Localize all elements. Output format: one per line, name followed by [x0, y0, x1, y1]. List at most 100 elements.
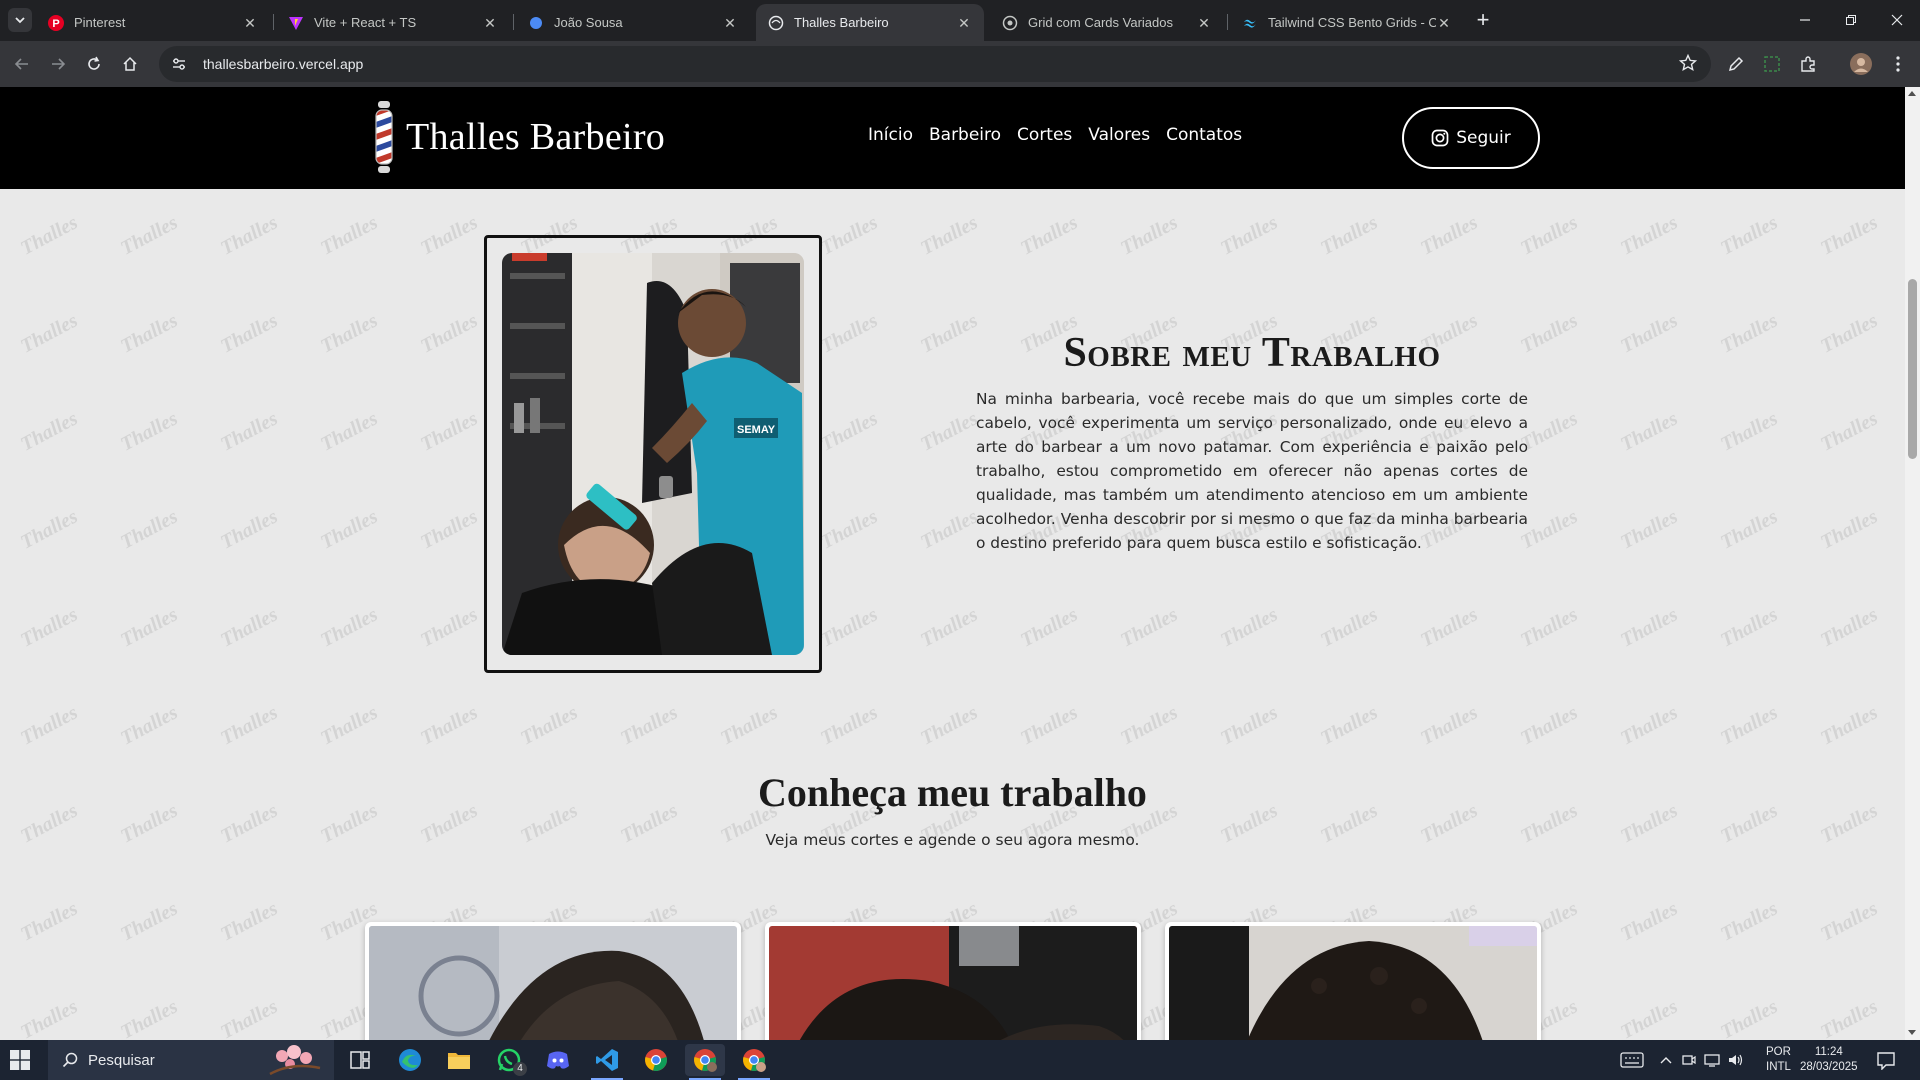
tab-separator	[273, 14, 274, 30]
site-logo[interactable]: Thalles Barbeiro	[370, 100, 665, 174]
scroll-up-arrow[interactable]	[1908, 91, 1916, 96]
tab-separator	[513, 14, 514, 30]
about-title: Sobre meu Trabalho	[1063, 330, 1441, 376]
vscode-icon	[596, 1049, 618, 1071]
about-text: Na minha barbearia, você recebe mais do …	[976, 390, 1528, 552]
taskbar-whatsapp[interactable]: 4	[489, 1044, 529, 1076]
instagram-icon	[1431, 129, 1449, 147]
language-code: POR	[1766, 1046, 1791, 1058]
globe-icon	[1002, 15, 1018, 31]
back-button[interactable]	[8, 50, 36, 78]
input-language[interactable]: POR INTL	[1766, 1045, 1791, 1075]
close-icon[interactable]: ✕	[1436, 15, 1452, 31]
tab-title: Pinterest	[74, 15, 126, 30]
gallery-subtitle: Veja meus cortes e agende o seu agora me…	[765, 831, 1140, 849]
nav-contatos[interactable]: Contatos	[1166, 125, 1242, 145]
notification-center-icon[interactable]	[1877, 1052, 1895, 1070]
haircut-photo	[369, 926, 737, 1040]
taskbar-search[interactable]: Pesquisar	[48, 1040, 334, 1080]
barber-pole-icon	[375, 101, 393, 173]
discord-icon	[547, 1051, 569, 1069]
tab-title: Tailwind CSS Bento Grids - Offic	[1268, 15, 1436, 30]
follow-label: Seguir	[1456, 128, 1511, 148]
clock-time: 11:24	[1814, 1046, 1843, 1058]
minimize-button[interactable]	[1782, 0, 1828, 40]
haircut-card[interactable]	[365, 922, 741, 1040]
globe-icon	[528, 15, 544, 31]
scrollbar-thumb[interactable]	[1908, 279, 1917, 459]
tab-tailwind[interactable]: Tailwind CSS Bento Grids - Offic ✕	[1230, 4, 1464, 41]
profile-avatar[interactable]	[1849, 52, 1873, 76]
chrome-icon	[694, 1049, 717, 1072]
nav-inicio[interactable]: Início	[868, 125, 913, 145]
close-window-button[interactable]	[1874, 0, 1920, 40]
windows-start-icon[interactable]	[10, 1050, 30, 1070]
taskbar-edge[interactable]	[390, 1044, 430, 1076]
taskbar-file-explorer[interactable]	[439, 1044, 479, 1076]
taskbar-chrome-profile-1[interactable]	[685, 1044, 725, 1080]
haircut-card[interactable]	[765, 922, 1141, 1040]
chrome-icon	[743, 1049, 766, 1072]
forward-button[interactable]	[44, 50, 72, 78]
haircut-card[interactable]	[1165, 922, 1541, 1040]
screenshot-extension-icon[interactable]	[1760, 52, 1784, 76]
browser-toolbar: thallesbarbeiro.vercel.app	[0, 41, 1920, 87]
close-icon[interactable]: ✕	[722, 15, 738, 31]
taskbar-chrome[interactable]	[636, 1044, 676, 1076]
new-tab-button[interactable]: +	[1470, 8, 1496, 34]
nav-barbeiro[interactable]: Barbeiro	[929, 125, 1001, 145]
vite-icon	[288, 15, 304, 31]
page-scrollbar[interactable]	[1905, 87, 1920, 1040]
task-view-icon	[350, 1051, 370, 1069]
tab-grid-cards[interactable]: Grid com Cards Variados ✕	[990, 4, 1224, 41]
tab-vite[interactable]: Vite + React + TS ✕	[276, 4, 510, 41]
taskbar-chrome-profile-2[interactable]	[734, 1044, 774, 1080]
tailwind-icon	[1242, 15, 1258, 31]
svg-text:SEMAY: SEMAY	[737, 424, 776, 436]
reload-icon	[88, 56, 100, 70]
close-icon[interactable]: ✕	[956, 15, 972, 31]
taskbar-vscode[interactable]	[587, 1044, 627, 1080]
close-icon[interactable]: ✕	[1196, 15, 1212, 31]
keyboard-icon[interactable]	[1620, 1052, 1644, 1068]
site-info-icon[interactable]	[169, 54, 189, 74]
nav-cortes[interactable]: Cortes	[1017, 125, 1072, 145]
extensions-puzzle-icon[interactable]	[1796, 52, 1820, 76]
volume-icon[interactable]	[1728, 1053, 1744, 1067]
browser-menu-icon[interactable]	[1886, 52, 1910, 76]
site-header: Thalles Barbeiro Início Barbeiro Cortes …	[0, 87, 1905, 189]
network-icon[interactable]	[1704, 1053, 1720, 1067]
pen-extension-icon[interactable]	[1724, 52, 1748, 76]
search-placeholder: Pesquisar	[88, 1051, 155, 1069]
nav-valores[interactable]: Valores	[1088, 125, 1150, 145]
tab-thalles-barbeiro[interactable]: Thalles Barbeiro ✕	[756, 4, 984, 41]
tab-strip: P Pinterest ✕ Vite + React + TS ✕ João S…	[0, 0, 1920, 41]
chevron-up-icon[interactable]	[1660, 1055, 1672, 1065]
reload-button[interactable]	[80, 50, 108, 78]
tab-title: João Sousa	[554, 15, 623, 30]
address-bar[interactable]: thallesbarbeiro.vercel.app	[159, 46, 1711, 82]
taskbar-discord[interactable]	[538, 1044, 578, 1076]
url-text[interactable]: thallesbarbeiro.vercel.app	[203, 56, 363, 72]
about-photo-frame: SEMAY	[484, 235, 822, 673]
restore-button[interactable]	[1828, 0, 1874, 40]
scroll-down-arrow[interactable]	[1908, 1030, 1916, 1035]
close-icon[interactable]: ✕	[482, 15, 498, 31]
haircut-photo	[769, 926, 1137, 1040]
close-icon[interactable]: ✕	[242, 15, 258, 31]
follow-button[interactable]: Seguir	[1402, 107, 1540, 169]
brand-name: Thalles Barbeiro	[406, 116, 666, 158]
home-button[interactable]	[116, 50, 144, 78]
svg-text:P: P	[52, 18, 59, 30]
bookmark-star-icon[interactable]	[1678, 53, 1698, 77]
tab-pinterest[interactable]: P Pinterest ✕	[36, 4, 270, 41]
haircut-photo	[1169, 926, 1537, 1040]
tab-joao-sousa[interactable]: João Sousa ✕	[516, 4, 750, 41]
meet-now-icon[interactable]	[1682, 1053, 1696, 1067]
taskbar-clock[interactable]: 11:24 28/03/2025	[1800, 1045, 1858, 1075]
tab-search-button[interactable]	[8, 8, 32, 32]
tab-title: Vite + React + TS	[314, 15, 417, 30]
tab-title: Grid com Cards Variados	[1028, 15, 1173, 30]
close-icon	[1891, 14, 1903, 26]
task-view-button[interactable]	[340, 1044, 380, 1076]
